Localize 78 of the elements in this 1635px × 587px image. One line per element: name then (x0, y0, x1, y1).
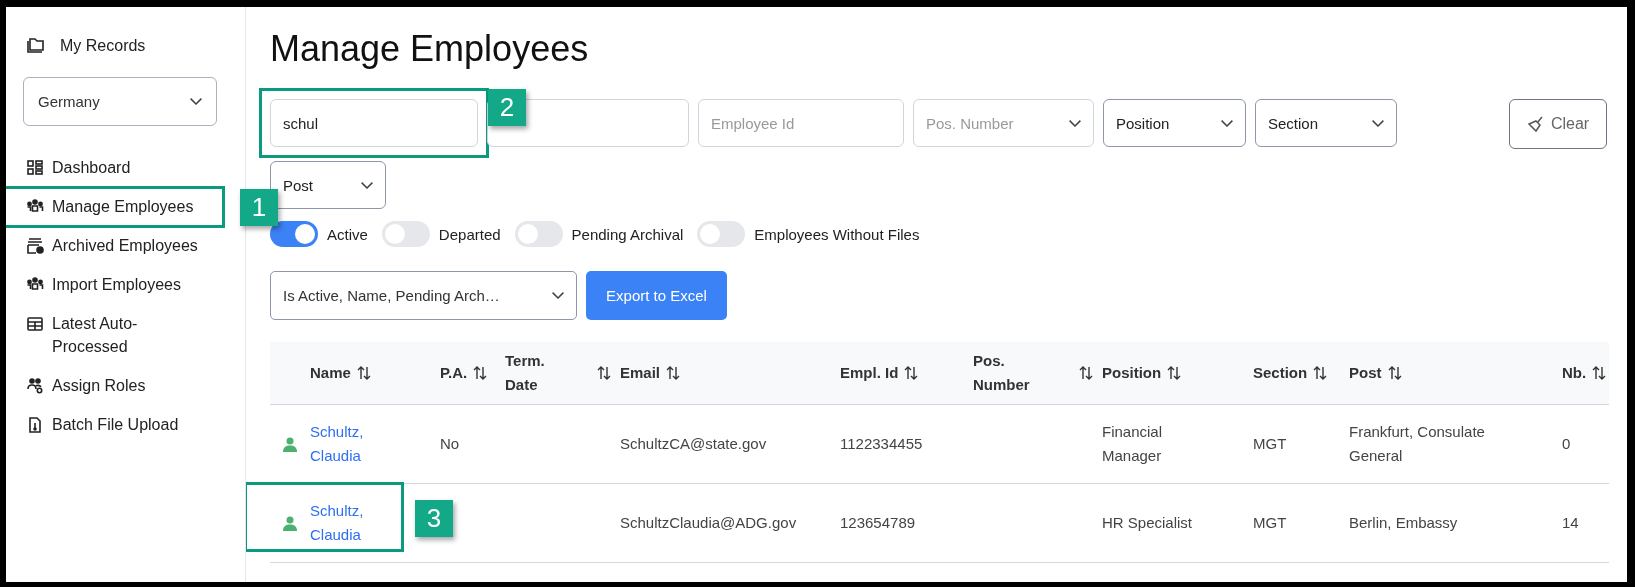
nav-item[interactable]: Latest Auto-Processed (6, 304, 236, 366)
table-icon (26, 315, 44, 333)
sort-icon[interactable] (596, 365, 612, 381)
nav-item[interactable]: Assign Roles (6, 366, 236, 405)
sort-icon[interactable] (1166, 365, 1183, 381)
sort-icon[interactable] (1386, 365, 1403, 381)
search-field[interactable] (487, 99, 689, 147)
column-header: Email (620, 363, 661, 383)
broom-icon (1526, 115, 1545, 133)
page-title: Manage Employees (270, 27, 590, 71)
clear-button[interactable]: Clear (1509, 99, 1607, 149)
sort-icon[interactable] (1078, 365, 1094, 381)
callout-badge: 1 (240, 189, 278, 226)
sort-icon[interactable] (472, 365, 489, 381)
search-field[interactable]: schul (270, 99, 478, 147)
filter-select[interactable]: Position (1103, 99, 1246, 147)
table-cell-text: HR Specialist (1102, 513, 1194, 533)
folder-icon (26, 37, 46, 55)
column-header: Section (1253, 363, 1308, 383)
chevron-down-icon (1221, 119, 1233, 127)
table-cell-text: Frankfurt, Consulate General (1349, 422, 1486, 466)
column-header: Empl. Id (840, 363, 899, 383)
table-cell-text: 14 (1562, 513, 1580, 533)
nav-item[interactable]: Archived Employees (6, 226, 236, 265)
person-icon (283, 436, 297, 452)
column-header: Position (1102, 363, 1162, 383)
column-header: Pos. Number (973, 351, 1031, 395)
chevron-down-icon (190, 98, 202, 105)
nav-item[interactable]: Batch File Upload (6, 405, 236, 444)
callout-badge: 3 (415, 500, 453, 537)
column-header: Term. Date (505, 351, 546, 395)
toggle-label: Active (327, 225, 368, 243)
person-icon (283, 515, 297, 531)
toggle-switch[interactable] (381, 221, 430, 247)
sort-icon[interactable] (1312, 365, 1329, 381)
table-cell-text: No (440, 434, 461, 454)
toggle-label: Departed (438, 225, 501, 243)
sort-icon[interactable] (903, 365, 920, 381)
column-header: Name (310, 363, 351, 383)
filter-select[interactable]: Section (1255, 99, 1397, 147)
country-select[interactable]: Germany (23, 77, 217, 126)
filter-select[interactable]: Post (270, 161, 386, 209)
table-cell-text: MGT (1253, 434, 1288, 454)
column-header: P.A. (440, 363, 468, 383)
table-cell-text: 0 (1562, 434, 1572, 454)
toggle-label: Pending Archival (571, 225, 684, 243)
table-cell-text: 1122334455 (840, 434, 924, 454)
chevron-down-icon (552, 292, 564, 299)
table-cell-text: Berlin, Embassy (1349, 513, 1459, 533)
chevron-down-icon (1372, 119, 1384, 127)
toggle-label: Employees Without Files (754, 225, 920, 243)
table-cell-text: 123654789 (840, 513, 917, 533)
section-title: My Records (60, 37, 146, 55)
users-gear-icon (26, 377, 44, 395)
employee-name-link[interactable]: Schultz, Claudia (310, 499, 390, 547)
column-header: Nb. (1562, 363, 1587, 383)
archive-person-icon (26, 237, 44, 255)
chevron-down-icon (1069, 119, 1081, 127)
toggle-switch[interactable] (697, 221, 746, 247)
columns-select[interactable]: Is Active, Name, Pending Arch… (270, 271, 577, 320)
toggle-switch[interactable] (270, 221, 318, 247)
callout-badge: 2 (488, 89, 526, 126)
grid-icon (26, 159, 44, 177)
export-button[interactable]: Export to Excel (586, 271, 727, 320)
nav-item[interactable]: Dashboard (6, 148, 236, 187)
employee-name-link[interactable]: Schultz, Claudia (310, 420, 390, 468)
sort-icon[interactable] (665, 365, 682, 381)
table-cell-text: Financial Manager (1102, 422, 1164, 466)
sort-icon[interactable] (355, 365, 372, 381)
table-cell-text: MGT (1253, 513, 1288, 533)
table-cell-text: SchultzClaudia@ADG.gov (620, 513, 798, 533)
nav-item[interactable]: Import Employees (6, 265, 236, 304)
toggle-switch[interactable] (514, 221, 563, 247)
column-header: Post (1349, 363, 1382, 383)
file-icon (26, 416, 44, 434)
sort-icon[interactable] (1591, 365, 1608, 381)
chevron-down-icon (361, 181, 373, 189)
table-cell-text: SchultzCA@state.gov (620, 434, 768, 454)
